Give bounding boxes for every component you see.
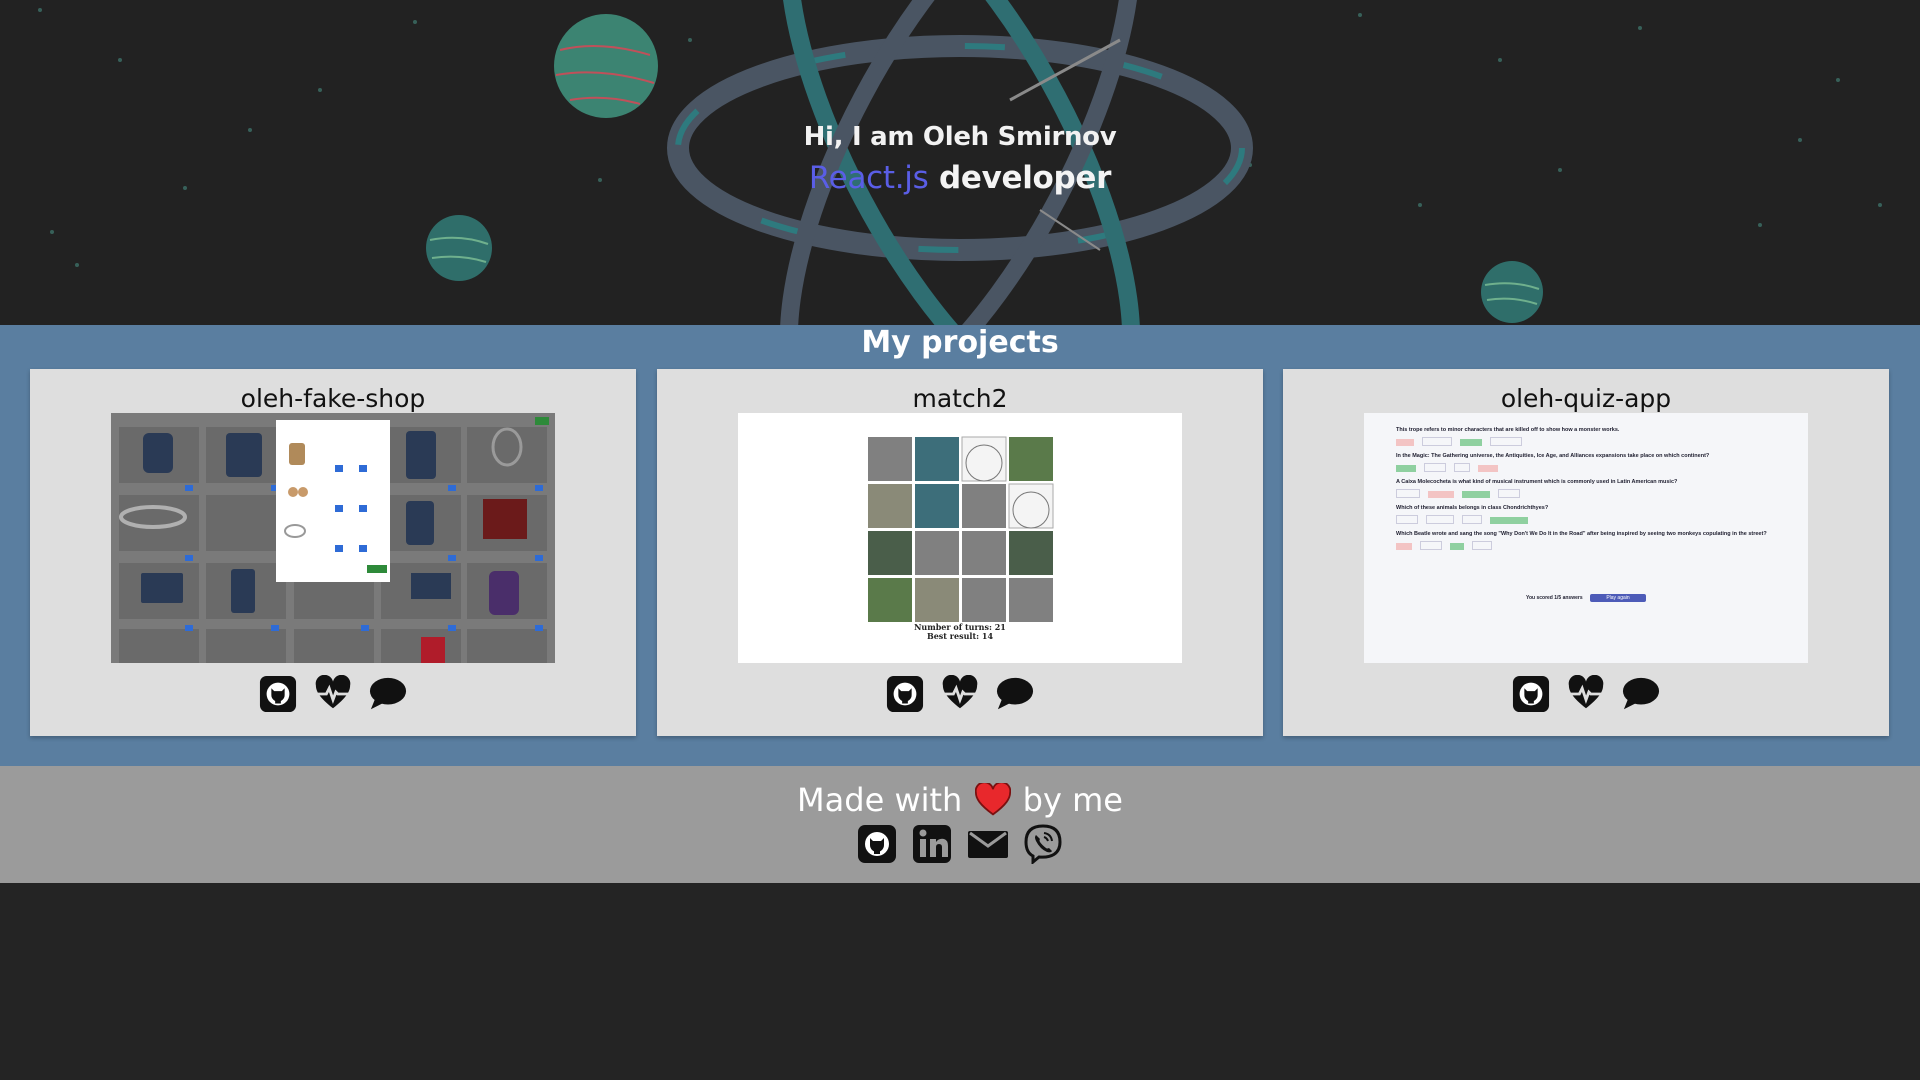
hero-section: Hi, I am Oleh Smirnov React.js developer [0,0,1920,325]
speech-bubble-icon[interactable] [1622,675,1660,713]
footer-by-me-text: by me [1022,781,1123,819]
heart-icon [974,783,1011,816]
project-card-oleh-fake-shop: oleh-fake-shop [30,369,636,736]
footer-made-with: Made with by me [0,780,1920,820]
match-best: Best result: 14 [926,631,994,641]
project-title: oleh-fake-shop [240,384,426,413]
project-cards: oleh-fake-shop match2 Number of turns: 2… [30,369,1890,736]
quiz-play-again-button[interactable]: Play again [1590,594,1646,602]
hero-role: React.js developer [0,160,1920,196]
quiz-question-2: In the Magic: The Gathering universe, th… [1396,453,1710,459]
linkedin-icon[interactable] [912,824,952,864]
quiz-question-4: Which of these animals belongs in class … [1396,505,1549,511]
github-icon[interactable] [886,675,924,713]
projects-section: My projects oleh-fake-shop match2 Number… [0,325,1920,766]
project-screenshot[interactable]: This trope refers to minor characters th… [1364,413,1808,663]
footer-made-with-text: Made with [797,781,963,819]
hero-greeting: Hi, I am Oleh Smirnov [803,122,1117,152]
project-card-match2: match2 Number of turns: 21 Best result: … [657,369,1263,736]
quiz-score: You scored 1/5 answers [1526,595,1583,601]
projects-title: My projects [861,325,1059,360]
project-screenshot[interactable]: Number of turns: 21 Best result: 14 [738,413,1182,663]
project-title: oleh-quiz-app [1500,384,1672,413]
heartbeat-icon[interactable] [1567,675,1605,713]
speech-bubble-icon[interactable] [996,675,1034,713]
hero-role-accent: React.js [808,160,929,196]
github-icon[interactable] [1512,675,1550,713]
heartbeat-icon[interactable] [941,675,979,713]
project-card-oleh-quiz-app: oleh-quiz-app This trope refers to minor… [1283,369,1889,736]
heartbeat-icon[interactable] [314,675,352,713]
github-icon[interactable] [857,824,897,864]
mail-icon[interactable] [967,824,1008,864]
project-title: match2 [912,384,1008,413]
project-links [657,675,1263,713]
speech-bubble-icon[interactable] [369,675,407,713]
project-links [30,675,636,713]
github-icon[interactable] [259,675,297,713]
footer: Made with by me [0,766,1920,883]
quiz-question-3: A Caixa Molecocheta is what kind of musi… [1396,479,1678,485]
viber-icon[interactable] [1023,824,1063,864]
quiz-question-5: Which Beatle wrote and sang the song "Wh… [1396,531,1767,537]
hero-role-rest: developer [938,160,1112,196]
footer-contacts [0,824,1920,868]
project-links [1283,675,1889,713]
quiz-question-1: This trope refers to minor characters th… [1396,427,1620,433]
project-screenshot[interactable] [111,413,555,663]
